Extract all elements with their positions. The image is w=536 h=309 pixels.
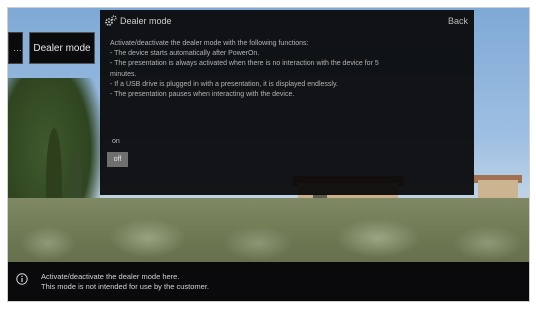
info-line: This mode is not intended for use by the… <box>41 282 210 291</box>
dialog-header: Dealer mode Back <box>100 10 474 32</box>
description-line: Activate/deactivate the dealer mode with… <box>110 40 309 47</box>
description-line: - The device starts automatically after … <box>110 50 260 58</box>
description-line: - If a USB drive is plugged in with a pr… <box>110 80 338 88</box>
menu-stub-glyph: … <box>13 43 22 53</box>
dialog-title: Dealer mode <box>120 16 172 26</box>
dealer-mode-dialog: Dealer mode Back Activate/deactivate the… <box>100 10 474 195</box>
menu-item-dealer-mode[interactable]: Dealer mode <box>29 32 95 64</box>
description-line: - The presentation pauses when interacti… <box>110 91 295 99</box>
info-bar: Activate/deactivate the dealer mode here… <box>8 262 529 301</box>
back-button[interactable]: Back <box>448 16 468 26</box>
description-line: minutes. <box>110 70 137 78</box>
description-line: - The presentation is always activated w… <box>110 60 379 68</box>
option-off-selected[interactable]: off <box>107 152 128 167</box>
info-text: Activate/deactivate the dealer mode here… <box>41 272 209 292</box>
info-line: Activate/deactivate the dealer mode here… <box>41 272 180 281</box>
tv-screen: … Dealer mode Dealer mode Back Activate/… <box>7 7 530 302</box>
dialog-description: Activate/deactivate the dealer mode with… <box>110 39 465 100</box>
gear-icon <box>105 15 117 26</box>
info-icon <box>16 273 28 285</box>
menu-previous-item[interactable]: … <box>8 32 23 64</box>
option-on[interactable]: on <box>112 138 120 145</box>
